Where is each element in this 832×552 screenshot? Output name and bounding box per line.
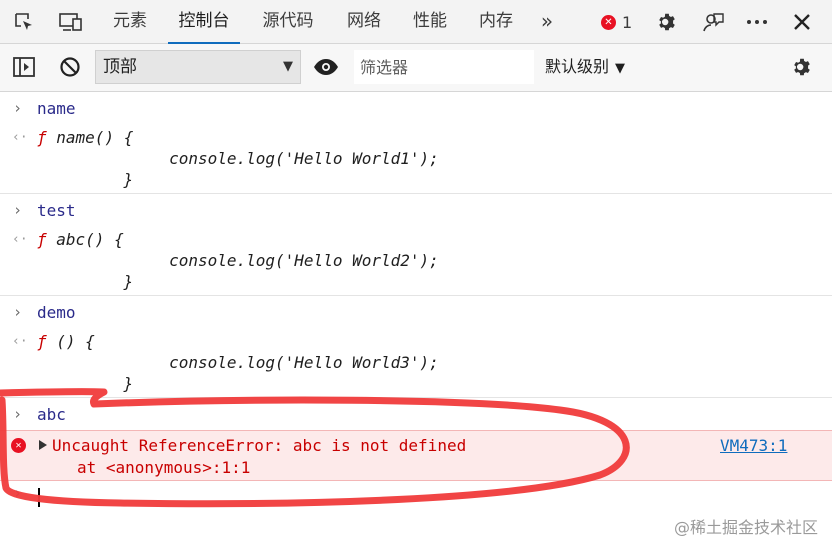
console-output-line: console.log('Hello World1');	[92, 149, 439, 168]
clear-console-icon[interactable]	[54, 44, 86, 90]
tab-performance[interactable]: 性能	[402, 0, 458, 44]
filter-input[interactable]	[354, 50, 534, 84]
console-entry: › test ‹· ƒ abc() { console.log('Hello W…	[0, 194, 832, 296]
console-output-line: console.log('Hello World3');	[92, 353, 439, 372]
text-cursor[interactable]	[38, 488, 40, 507]
live-expression-icon[interactable]	[309, 44, 343, 90]
tab-console[interactable]: 控制台	[168, 0, 240, 44]
more-tabs-button[interactable]: »	[533, 0, 561, 44]
return-value-icon: ‹·	[12, 130, 28, 145]
function-keyword: ƒ	[37, 128, 47, 147]
console-output-line: }	[85, 272, 134, 291]
console-output-line: }	[85, 374, 134, 393]
console-output-line: ƒ name() {	[37, 128, 134, 147]
error-count-badge[interactable]: ✕ 1	[601, 11, 632, 33]
input-prompt-icon: ›	[13, 201, 23, 219]
chevron-down-icon: ▼	[615, 61, 626, 76]
log-level-select[interactable]: 默认级别 ▼	[545, 50, 625, 84]
context-select-value: 顶部	[103, 57, 137, 77]
error-icon: ✕	[11, 438, 26, 453]
tab-elements[interactable]: 元素	[101, 0, 159, 44]
function-keyword: ƒ	[37, 230, 47, 249]
console-entry: › abc	[0, 398, 832, 430]
console-output[interactable]: › name ‹· ƒ name() { console.log('Hello …	[0, 92, 832, 552]
console-input: demo	[37, 303, 76, 322]
chevron-down-icon: ▼	[283, 59, 293, 74]
input-prompt-icon: ›	[13, 405, 23, 423]
device-emulation-icon[interactable]	[54, 0, 88, 44]
console-output-line: ƒ () {	[37, 332, 95, 351]
tab-sources[interactable]: 源代码	[252, 0, 324, 44]
tab-memory[interactable]: 内存	[468, 0, 524, 44]
console-entry: › name ‹· ƒ name() { console.log('Hello …	[0, 92, 832, 194]
console-output-line: ƒ abc() {	[37, 230, 124, 249]
error-stack-trace: at <anonymous>:1:1	[77, 458, 251, 477]
gear-icon[interactable]	[651, 0, 683, 44]
watermark: @稀土掘金技术社区	[673, 518, 818, 537]
log-level-value: 默认级别	[545, 57, 610, 76]
console-prompt-icon: ›	[13, 484, 23, 502]
console-input: test	[37, 201, 76, 220]
return-value-icon: ‹·	[12, 232, 28, 247]
console-toolbar: 顶部 ▼ 默认级别 ▼	[0, 44, 832, 92]
input-prompt-icon: ›	[13, 99, 23, 117]
input-prompt-icon: ›	[13, 303, 23, 321]
close-icon[interactable]	[786, 0, 818, 44]
show-sidebar-icon[interactable]	[8, 44, 40, 90]
console-error-message: ✕ Uncaught ReferenceError: abc is not de…	[0, 430, 832, 481]
inspect-element-icon[interactable]	[8, 0, 40, 44]
return-value-icon: ‹·	[12, 334, 28, 349]
expand-triangle-icon[interactable]	[39, 440, 47, 450]
function-keyword: ƒ	[37, 332, 47, 351]
error-count: 1	[622, 12, 633, 32]
console-input: abc	[37, 405, 66, 424]
gear-icon[interactable]	[787, 44, 817, 90]
tab-network[interactable]: 网络	[336, 0, 392, 44]
console-output-line: console.log('Hello World2');	[92, 251, 439, 270]
error-text: Uncaught ReferenceError: abc is not defi…	[52, 436, 467, 455]
context-select[interactable]: 顶部 ▼	[95, 50, 301, 84]
error-source-link[interactable]: VM473:1	[720, 436, 787, 455]
console-input: name	[37, 99, 76, 118]
console-entry: › demo ‹· ƒ () { console.log('Hello Worl…	[0, 296, 832, 398]
more-options-icon[interactable]	[741, 0, 773, 44]
devtools-tab-bar: 元素 控制台 源代码 网络 性能 内存 » ✕ 1	[0, 0, 832, 44]
console-output-line: }	[85, 170, 134, 189]
feedback-icon[interactable]	[697, 0, 729, 44]
error-icon: ✕	[601, 14, 616, 30]
